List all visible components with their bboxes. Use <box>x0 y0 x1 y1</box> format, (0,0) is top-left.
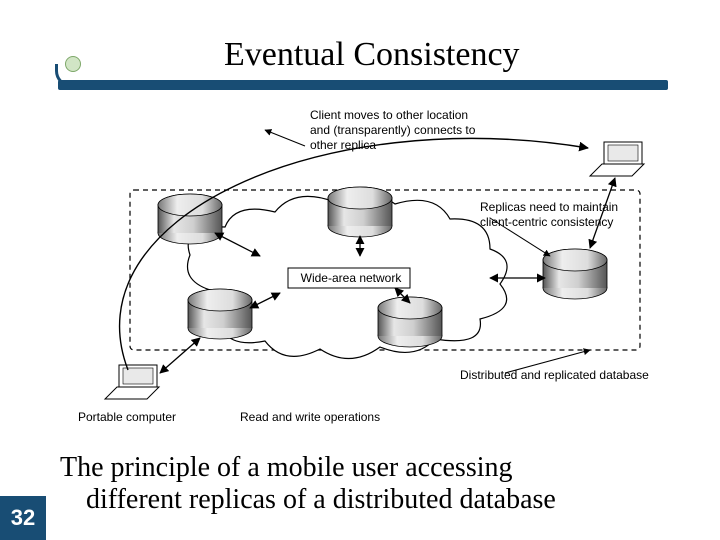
label-client-moves-l1: Client moves to other location <box>310 108 468 122</box>
slide-caption: The principle of a mobile user accessing… <box>60 452 680 516</box>
caption-line2: different replicas of a distributed data… <box>60 484 680 516</box>
label-wan: Wide-area network <box>296 271 406 286</box>
caption-line1: The principle of a mobile user accessing <box>60 452 513 483</box>
label-rw-ops: Read and write operations <box>240 410 380 425</box>
label-replicas-l2: client-centric consistency <box>480 215 613 229</box>
label-client-moves-l3: other replica <box>310 138 376 152</box>
page-number: 32 <box>0 496 46 540</box>
replica-top-mid <box>328 187 392 237</box>
slide: Eventual Consistency <box>0 0 720 540</box>
replica-bottom-mid <box>378 297 442 347</box>
replica-top-left <box>158 194 222 244</box>
label-replicas: Replicas need to maintain client-centric… <box>480 200 650 230</box>
title-underline <box>58 80 668 90</box>
title-bullet-icon <box>65 56 81 72</box>
label-client-moves-l2: and (transparently) connects to <box>310 123 475 137</box>
label-distributed-db: Distributed and replicated database <box>460 368 680 383</box>
label-replicas-l1: Replicas need to maintain <box>480 200 618 214</box>
replica-right <box>543 249 607 299</box>
replica-bottom-left <box>188 289 252 339</box>
diagram: Client moves to other location and (tran… <box>60 98 672 428</box>
rw-link <box>160 338 200 373</box>
moves-callout <box>265 130 305 146</box>
slide-title: Eventual Consistency <box>224 36 520 74</box>
label-portable: Portable computer <box>78 410 176 425</box>
laptop-left <box>105 365 159 399</box>
label-client-moves: Client moves to other location and (tran… <box>310 108 510 153</box>
laptop-right <box>590 142 644 176</box>
